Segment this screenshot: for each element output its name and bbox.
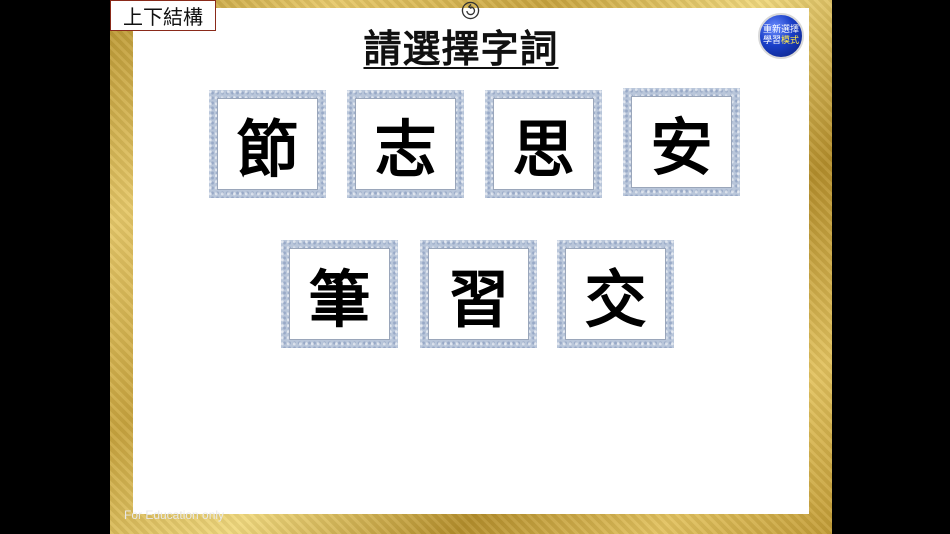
category-label-text: 上下結構 xyxy=(123,5,203,29)
word-card[interactable]: 節 xyxy=(209,90,326,198)
reset-button-line2b: 模式 xyxy=(781,36,800,46)
word-card-char: 交 xyxy=(565,248,666,340)
word-card-char: 習 xyxy=(428,248,529,340)
word-card[interactable]: 思 xyxy=(485,90,602,198)
page-title: 請選擇字詞 xyxy=(363,26,559,71)
category-label: 上下結構 xyxy=(110,0,216,31)
reset-button-line2a: 學習 xyxy=(762,36,781,46)
word-card[interactable]: 筆 xyxy=(281,240,398,348)
word-card-char: 思 xyxy=(493,98,594,190)
word-card[interactable]: 交 xyxy=(557,240,674,348)
reset-button-line2: 學習模式 xyxy=(763,36,799,47)
reset-button-line1: 重新選擇 xyxy=(762,25,799,35)
word-card[interactable]: 志 xyxy=(347,90,464,198)
word-card-char: 志 xyxy=(355,98,456,190)
word-card-char: 安 xyxy=(631,96,732,188)
word-card-char: 節 xyxy=(217,98,318,190)
footer-note: For Education only xyxy=(124,508,225,522)
word-card[interactable]: 安 xyxy=(623,88,740,196)
reset-mode-button[interactable]: 重新選擇 學習模式 xyxy=(758,13,804,59)
word-card-char: 筆 xyxy=(289,248,390,340)
word-card[interactable]: 習 xyxy=(420,240,537,348)
